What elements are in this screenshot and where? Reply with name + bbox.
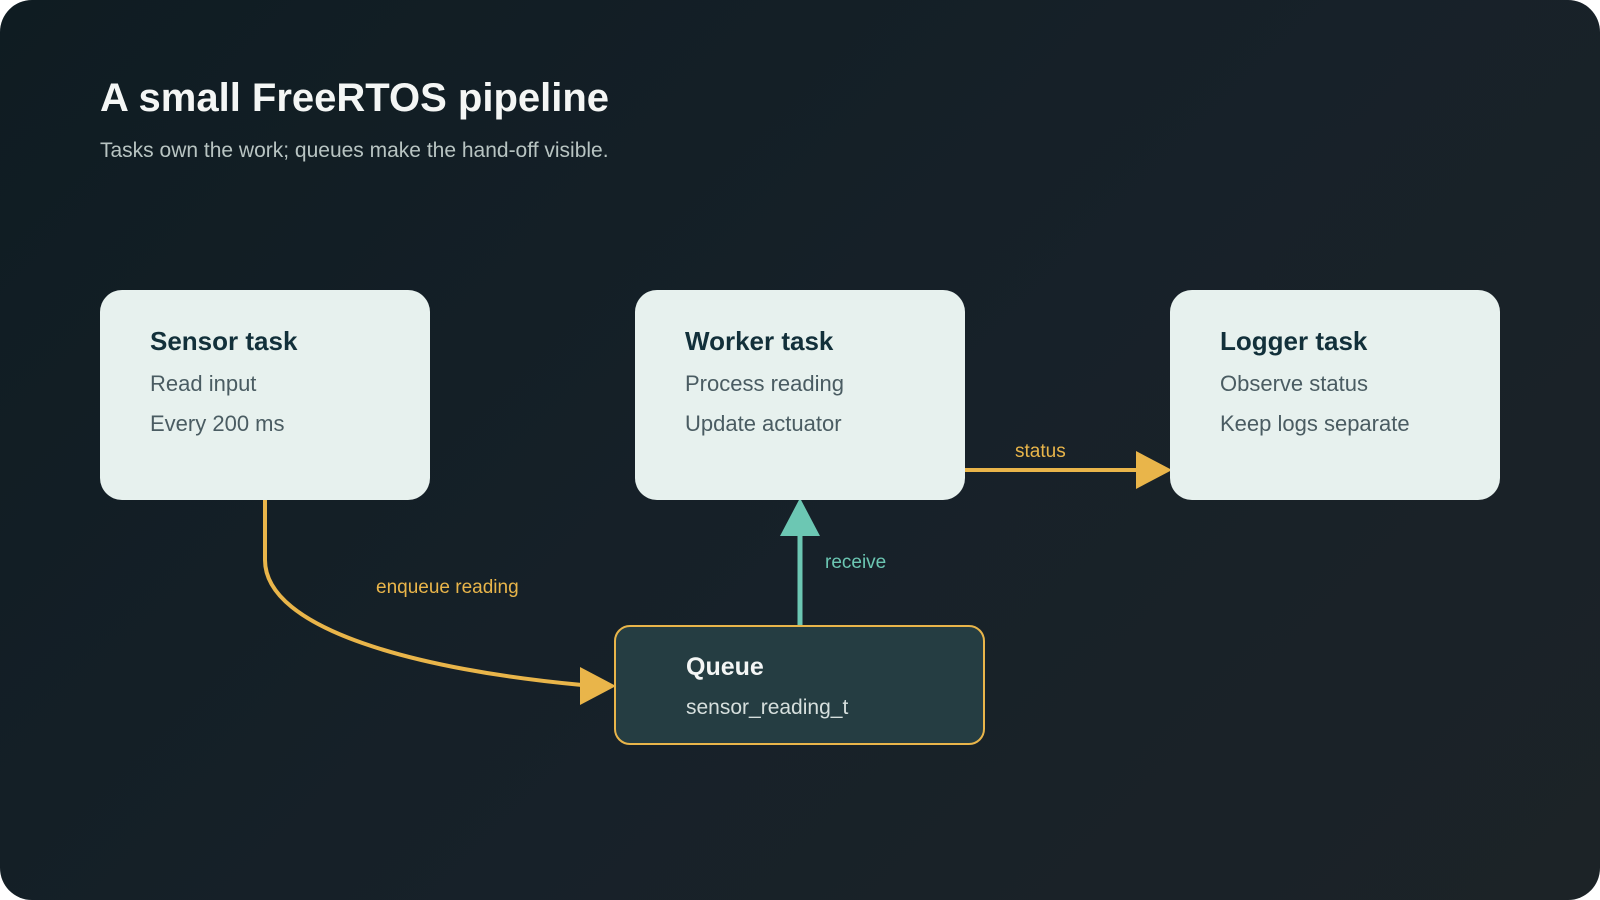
queue-title: Queue xyxy=(686,653,764,681)
diagram-canvas: A small FreeRTOS pipeline Tasks own the … xyxy=(0,0,1600,900)
node-title: Logger task xyxy=(1220,326,1368,356)
node-detail: Observe status xyxy=(1220,371,1368,396)
node-logger-task: Logger task Observe status Keep logs sep… xyxy=(1170,290,1500,500)
node-queue: Queue sensor_reading_t xyxy=(614,625,985,745)
edge-label-receive: receive xyxy=(825,552,887,573)
node-sensor-task: Sensor task Read input Every 200 ms xyxy=(100,290,430,500)
node-detail: Update actuator xyxy=(685,411,842,436)
queue-type: sensor_reading_t xyxy=(686,696,849,719)
node-worker-task: Worker task Process reading Update actua… xyxy=(635,290,965,500)
edge-label-status: status xyxy=(1015,441,1066,462)
arrowhead-receive xyxy=(780,498,820,536)
node-detail: Every 200 ms xyxy=(150,411,285,436)
arrowhead-status xyxy=(1136,451,1172,489)
node-detail: Read input xyxy=(150,371,257,396)
node-title: Sensor task xyxy=(150,326,298,356)
arrowhead-enqueue xyxy=(580,667,616,705)
node-detail: Keep logs separate xyxy=(1220,411,1410,436)
edge-label-enqueue: enqueue reading xyxy=(376,577,519,598)
node-detail: Process reading xyxy=(685,371,844,396)
node-title: Worker task xyxy=(685,326,834,356)
